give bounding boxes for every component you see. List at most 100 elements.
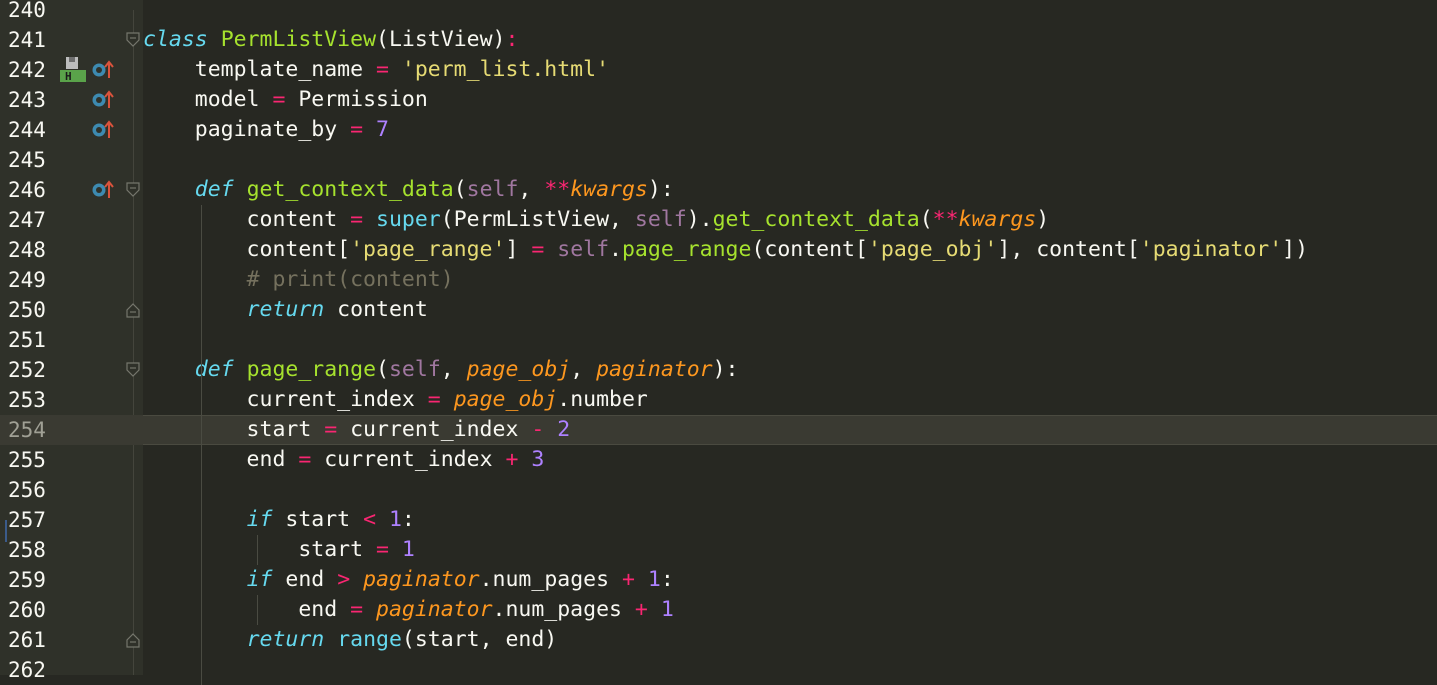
code-line[interactable]: 250 return content xyxy=(0,295,1437,325)
code-line[interactable]: 242 template_name = 'perm_list.html' xyxy=(0,55,1437,85)
line-number[interactable]: 243 xyxy=(8,85,46,115)
override-up-arrow-icon[interactable] xyxy=(90,58,114,82)
line-number[interactable]: 247 xyxy=(8,205,46,235)
code-line[interactable]: 251 xyxy=(0,325,1437,355)
line-number[interactable]: 252 xyxy=(8,355,46,385)
code-token: current_index xyxy=(143,387,428,412)
code-line[interactable]: 258 start = 1 xyxy=(0,535,1437,565)
line-number[interactable]: 250 xyxy=(8,295,46,325)
line-number[interactable]: 251 xyxy=(8,325,46,355)
fold-open-icon[interactable] xyxy=(126,362,140,378)
code-text[interactable]: def get_context_data(self, **kwargs): xyxy=(143,175,674,205)
line-number[interactable]: 242 xyxy=(8,55,46,85)
override-up-arrow-icon[interactable] xyxy=(90,88,114,112)
code-line[interactable]: 244 paginate_by = 7 xyxy=(0,115,1437,145)
code-text[interactable]: if end > paginator.num_pages + 1: xyxy=(143,565,674,595)
line-number[interactable]: 256 xyxy=(8,475,46,505)
line-number[interactable]: 248 xyxy=(8,235,46,265)
code-line[interactable]: 253 current_index = page_obj.number xyxy=(0,385,1437,415)
code-token: = xyxy=(531,237,545,262)
code-token: - xyxy=(531,417,545,442)
code-text[interactable]: content = super(PermListView, self).get_… xyxy=(143,205,1050,235)
code-token: content[ xyxy=(143,237,351,262)
code-text[interactable]: return content xyxy=(143,295,428,325)
override-up-arrow-icon[interactable] xyxy=(90,118,114,142)
line-number[interactable]: 249 xyxy=(8,265,46,295)
code-line[interactable]: 257 if start < 1: xyxy=(0,505,1437,535)
code-text[interactable]: template_name = 'perm_list.html' xyxy=(143,55,609,85)
floppy-h-icon[interactable]: H xyxy=(58,54,86,82)
fold-end-icon[interactable] xyxy=(126,632,140,648)
code-token: end xyxy=(143,447,299,472)
code-token: PermListView xyxy=(220,27,377,52)
code-token: : xyxy=(505,27,519,52)
line-number[interactable]: 245 xyxy=(8,145,46,175)
code-line[interactable]: 256 xyxy=(0,475,1437,505)
code-editor[interactable]: 240 241 class PermListView(ListView): 242 t… xyxy=(0,0,1437,685)
code-text[interactable]: start = current_index - 2 xyxy=(143,415,571,445)
line-number[interactable]: 246 xyxy=(8,175,46,205)
line-number[interactable]: 259 xyxy=(8,565,46,595)
code-line[interactable]: 261 return range(start, end) xyxy=(0,625,1437,655)
line-number[interactable]: 255 xyxy=(8,445,46,475)
code-line[interactable]: 245 xyxy=(0,145,1437,175)
line-number[interactable]: 260 xyxy=(8,595,46,625)
fold-end-icon[interactable] xyxy=(126,302,140,318)
code-line[interactable]: 249 # print(content) xyxy=(0,265,1437,295)
code-line[interactable]: 260 end = paginator.num_pages + 1 xyxy=(0,595,1437,625)
line-number[interactable]: 261 xyxy=(8,625,46,655)
line-number[interactable]: 257 xyxy=(8,505,46,535)
code-line[interactable]: 262 xyxy=(0,655,1437,685)
line-number[interactable]: 253 xyxy=(8,385,46,415)
code-token: ) xyxy=(1036,207,1050,232)
code-token: ( xyxy=(919,207,933,232)
code-text[interactable]: # print(content) xyxy=(143,265,454,295)
code-line[interactable]: 247 content = super(PermListView, self).… xyxy=(0,205,1437,235)
code-line[interactable]: 240 xyxy=(0,0,1437,25)
code-line[interactable]: 248 content['page_range'] = self.page_ra… xyxy=(0,235,1437,265)
code-token: return xyxy=(246,627,325,652)
code-line[interactable]: 252 def page_range(self, page_obj, pagin… xyxy=(0,355,1437,385)
code-token: (PermListView, xyxy=(440,207,635,232)
code-line[interactable]: 255 end = current_index + 3 xyxy=(0,445,1437,475)
code-text[interactable]: return range(start, end) xyxy=(143,625,558,655)
line-number[interactable]: 258 xyxy=(8,535,46,565)
code-token: : xyxy=(660,567,674,592)
code-line[interactable]: 241 class PermListView(ListView): xyxy=(0,25,1437,55)
code-text[interactable]: end = paginator.num_pages + 1 xyxy=(143,595,673,625)
code-line[interactable]: 254 start = current_index - 2 xyxy=(0,415,1437,445)
code-text[interactable]: current_index = page_obj.number xyxy=(143,385,648,415)
line-number[interactable]: 254 xyxy=(8,415,46,445)
code-token: , xyxy=(440,357,467,382)
code-text[interactable]: paginate_by = 7 xyxy=(143,115,389,145)
line-number[interactable]: 244 xyxy=(8,115,46,145)
line-number[interactable]: 262 xyxy=(8,655,46,685)
code-text[interactable]: class PermListView(ListView): xyxy=(143,25,518,55)
code-text[interactable]: model = Permission xyxy=(143,85,428,115)
code-token: ]) xyxy=(1282,237,1309,262)
code-line[interactable]: 259 if end > paginator.num_pages + 1: xyxy=(0,565,1437,595)
code-text[interactable]: end = current_index + 3 xyxy=(143,445,545,475)
code-text[interactable]: start = 1 xyxy=(143,535,415,565)
override-up-arrow-icon[interactable] xyxy=(90,178,114,202)
code-line[interactable]: 243 model = Permission xyxy=(0,85,1437,115)
code-text[interactable]: def page_range(self, page_obj, paginator… xyxy=(143,355,739,385)
line-number[interactable]: 240 xyxy=(8,0,46,25)
fold-open-icon[interactable] xyxy=(126,32,140,48)
code-line[interactable]: 246 def get_context_data(self, **kwargs)… xyxy=(0,175,1437,205)
code-token: start xyxy=(143,417,325,442)
code-text[interactable]: content['page_range'] = self.page_range(… xyxy=(143,235,1309,265)
code-token: page_obj xyxy=(453,387,558,412)
fold-open-icon[interactable] xyxy=(126,182,140,198)
code-token: + xyxy=(505,447,519,472)
line-number[interactable]: 241 xyxy=(8,25,46,55)
code-text[interactable]: if start < 1: xyxy=(143,505,415,535)
